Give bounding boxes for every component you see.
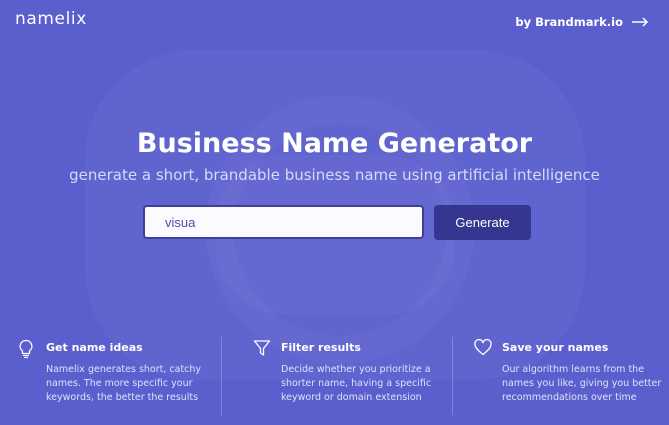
feature-description: Namelix generates short, catchy names. T… [46,364,202,403]
feature-divider [452,337,453,415]
brandmark-link-label: by Brandmark.io [515,15,623,29]
feature-divider [221,337,222,415]
keyword-input[interactable] [143,205,424,239]
top-bar: namelix by Brandmark.io [0,0,669,44]
feature-description: Our algorithm learns from the names you … [502,364,662,403]
feature-title: Get name ideas [46,341,143,354]
generate-button[interactable]: Generate [434,205,531,240]
arrow-right-icon [632,17,649,27]
page-title: Business Name Generator [136,128,533,159]
brandmark-link[interactable]: by Brandmark.io [515,15,649,29]
page-subtitle: generate a short, brandable business nam… [69,166,600,184]
feature-title: Save your names [502,341,609,354]
heart-icon [474,339,492,356]
lightbulb-icon [19,339,33,359]
filter-icon [253,340,271,356]
feature-title: Filter results [281,341,361,354]
feature-description: Decide whether you prioritize a shorter … [281,364,432,403]
namelix-logo[interactable]: namelix [15,9,87,29]
